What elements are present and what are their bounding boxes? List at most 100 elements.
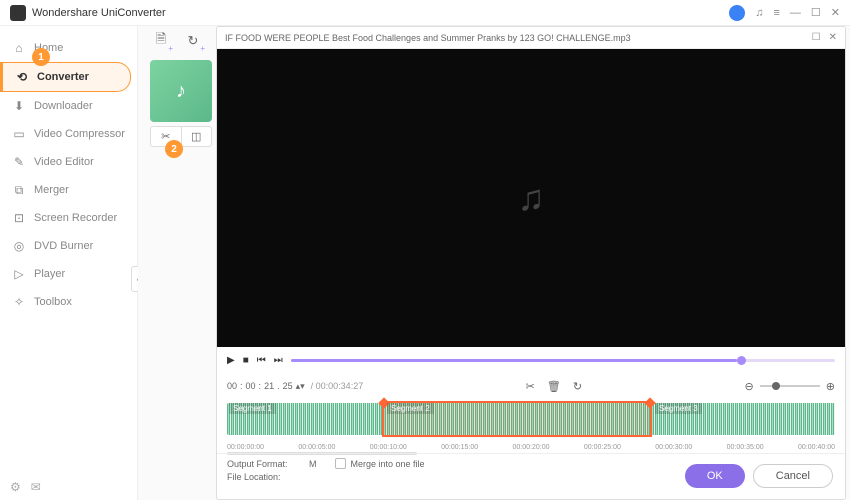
converter-icon: ⟲ xyxy=(15,70,29,84)
tick: 00:00:40:00 xyxy=(798,444,835,451)
sidebar-item-label: Toolbox xyxy=(34,296,72,308)
sidebar-item-label: Downloader xyxy=(34,100,93,112)
zoom-in-icon[interactable]: ⊕ xyxy=(826,380,835,393)
zoom-out-icon[interactable]: ⊖ xyxy=(745,380,754,393)
tick: 00:00:15:00 xyxy=(441,444,478,451)
trim-editor-panel: IF FOOD WERE PEOPLE Best Food Challenges… xyxy=(216,26,846,500)
tick: 00:00:30:00 xyxy=(655,444,692,451)
toolbox-icon: ✧ xyxy=(12,295,26,309)
add-folder-button[interactable]: ↻+ xyxy=(182,30,204,52)
sidebar-item-downloader[interactable]: ⬇ Downloader xyxy=(0,92,137,120)
avatar-icon[interactable] xyxy=(729,5,745,21)
segment-label: Segment 3 xyxy=(655,403,702,414)
output-format-value[interactable]: M xyxy=(309,459,317,469)
minimize-icon[interactable]: — xyxy=(790,7,801,19)
cancel-button[interactable]: Cancel xyxy=(753,464,833,488)
settings-icon[interactable]: ⚙ xyxy=(10,480,21,494)
titlebar: Wondershare UniConverter ♫ ≡ — ☐ ✕ xyxy=(0,0,850,26)
merge-label: Merge into one file xyxy=(351,459,425,469)
editor-footer: Output Format: M Merge into one file Fil… xyxy=(217,453,845,499)
menu-icon[interactable]: ≡ xyxy=(773,7,779,19)
editor-close-icon[interactable]: ✕ xyxy=(829,32,837,43)
time-hh: 00 xyxy=(227,381,237,392)
add-file-button[interactable]: 🗎+ xyxy=(150,30,172,52)
sidebar-item-recorder[interactable]: ⊡ Screen Recorder xyxy=(0,204,137,232)
step-badge-1: 1 xyxy=(32,48,50,66)
ok-button[interactable]: OK xyxy=(685,464,745,488)
delete-button[interactable]: 🗑 xyxy=(547,380,561,393)
sidebar-item-label: Converter xyxy=(37,71,89,83)
preview-area: ♫ xyxy=(217,49,845,347)
sidebar-item-merger[interactable]: ⧉ Merger xyxy=(0,176,137,204)
tick: 00:00:00:00 xyxy=(227,444,264,451)
play-icon: ▷ xyxy=(12,267,26,281)
reset-button[interactable]: ↻ xyxy=(573,380,582,393)
timeline[interactable]: Segment 1 Segment 2 Segment 3 00:00:00:0… xyxy=(217,399,845,453)
duration-label: / 00:00:34:27 xyxy=(311,381,364,391)
next-button[interactable]: ⏭ xyxy=(274,355,283,366)
crop-button[interactable]: ◫ xyxy=(182,127,212,146)
time-ticks: 00:00:00:00 00:00:05:00 00:00:10:00 00:0… xyxy=(227,444,835,451)
sidebar: ⌂Home ⟲ Converter ⬇ Downloader ▭ Video Comp… xyxy=(0,26,138,500)
segment-label: Segment 2 xyxy=(387,403,434,414)
sidebar-item-label: Video Compressor xyxy=(34,128,125,140)
sidebar-item-label: Player xyxy=(34,268,65,280)
output-format-label: Output Format: xyxy=(227,459,301,469)
sidebar-item-compressor[interactable]: ▭ Video Compressor xyxy=(0,120,137,148)
sidebar-item-player[interactable]: ▷ Player xyxy=(0,260,137,288)
close-icon[interactable]: ✕ xyxy=(831,6,840,19)
time-ff: 25 xyxy=(283,381,293,392)
file-thumbnail: ♪ xyxy=(150,60,212,122)
tick: 00:00:10:00 xyxy=(370,444,407,451)
maximize-icon[interactable]: ☐ xyxy=(811,6,821,19)
progress-fill xyxy=(291,359,737,362)
time-stepper-icon[interactable]: ▴▾ xyxy=(296,381,305,392)
prev-button[interactable]: ⏮ xyxy=(257,355,266,366)
playback-controls: ▶ ■ ⏮ ⏭ xyxy=(217,347,845,373)
file-location-label: File Location: xyxy=(227,472,301,482)
sidebar-item-dvd[interactable]: ◎ DVD Burner xyxy=(0,232,137,260)
download-icon: ⬇ xyxy=(12,99,26,113)
merge-icon: ⧉ xyxy=(12,183,26,197)
compress-icon: ▭ xyxy=(12,127,26,141)
content-area: 🗎+ ↻+ ♪ ✂ ◫ IF FOOD WERE PEOPLE Best Foo… xyxy=(138,26,850,500)
tick: 00:00:35:00 xyxy=(727,444,764,451)
app-title: Wondershare UniConverter xyxy=(32,7,729,19)
progress-bar[interactable] xyxy=(291,359,835,362)
music-note-icon: ♫ xyxy=(518,177,545,219)
segment-label: Segment 1 xyxy=(229,403,276,414)
mail-icon[interactable]: ✉ xyxy=(31,480,41,494)
stop-button[interactable]: ■ xyxy=(243,355,249,366)
step-badge-2: 2 xyxy=(165,140,183,158)
screen-icon: ⊡ xyxy=(12,211,26,225)
sidebar-item-label: DVD Burner xyxy=(34,240,93,252)
file-card[interactable]: ♪ ✂ ◫ xyxy=(150,60,212,147)
play-button[interactable]: ▶ xyxy=(227,355,235,366)
tick: 00:00:20:00 xyxy=(513,444,550,451)
sidebar-item-label: Merger xyxy=(34,184,69,196)
editor-maximize-icon[interactable]: ☐ xyxy=(812,32,821,43)
time-ss: 21 xyxy=(264,381,274,392)
cut-button[interactable]: ✂ xyxy=(526,380,535,393)
time-input[interactable]: 00: 00: 21. 25 ▴▾ xyxy=(227,381,305,392)
zoom-knob[interactable] xyxy=(772,382,780,390)
sidebar-item-toolbox[interactable]: ✧ Toolbox xyxy=(0,288,137,316)
sidebar-item-converter[interactable]: ⟲ Converter xyxy=(0,62,131,92)
sidebar-item-label: Screen Recorder xyxy=(34,212,117,224)
app-logo xyxy=(10,5,26,21)
tick: 00:00:25:00 xyxy=(584,444,621,451)
window-controls: ♫ ≡ — ☐ ✕ xyxy=(729,5,840,21)
disc-icon: ◎ xyxy=(12,239,26,253)
time-mm: 00 xyxy=(246,381,256,392)
merge-checkbox[interactable] xyxy=(335,458,346,469)
progress-knob[interactable] xyxy=(737,356,746,365)
tick: 00:00:05:00 xyxy=(298,444,335,451)
zoom-slider[interactable] xyxy=(760,385,820,387)
editor-filename: IF FOOD WERE PEOPLE Best Food Challenges… xyxy=(225,33,804,43)
home-icon: ⌂ xyxy=(12,41,26,55)
headset-icon[interactable]: ♫ xyxy=(755,7,763,19)
sidebar-item-label: Video Editor xyxy=(34,156,94,168)
sidebar-item-home[interactable]: ⌂Home xyxy=(0,34,137,62)
edit-icon: ✎ xyxy=(12,155,26,169)
sidebar-item-editor[interactable]: ✎ Video Editor xyxy=(0,148,137,176)
